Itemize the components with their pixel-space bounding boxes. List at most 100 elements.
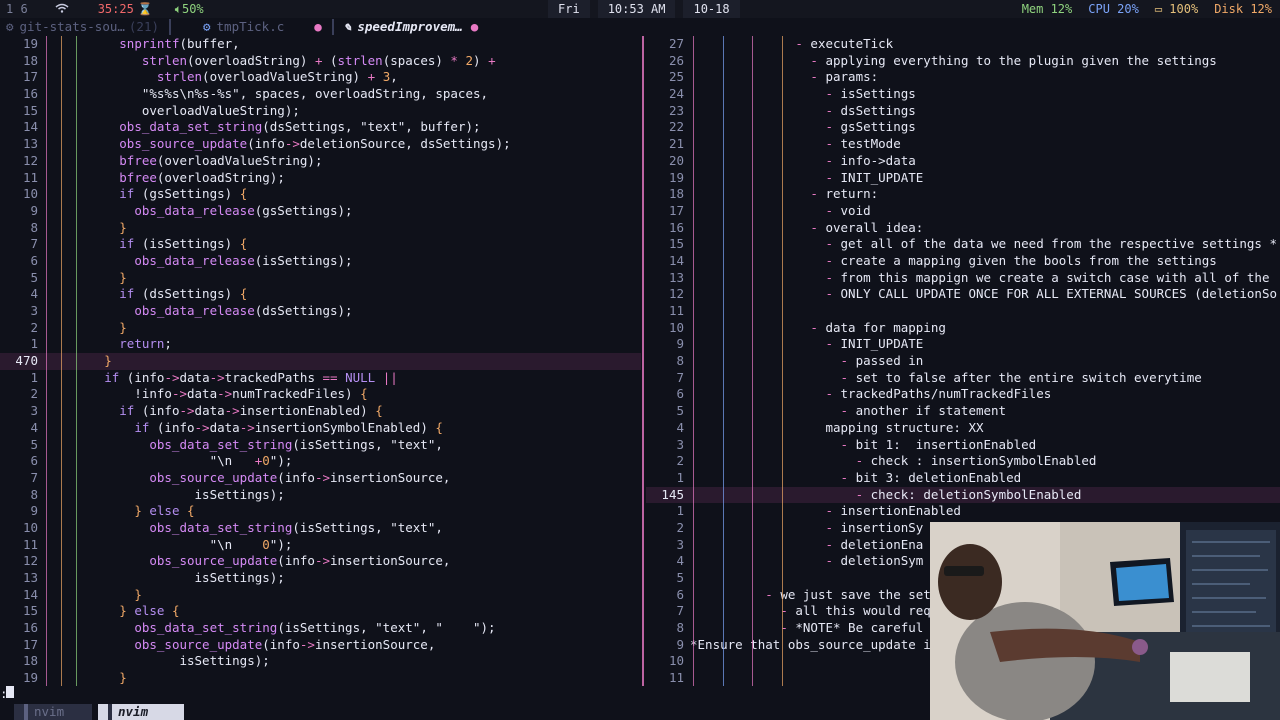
line-number: 3 bbox=[676, 536, 684, 552]
note-line[interactable]: 20 - info->data bbox=[646, 153, 1280, 170]
note-line[interactable]: 4 mapping structure: XX bbox=[646, 420, 1280, 437]
line-number: 12 bbox=[22, 152, 38, 168]
code-line[interactable]: 17 strlen(overloadValueString) + 3, bbox=[0, 69, 641, 86]
note-line[interactable]: 11 bbox=[646, 303, 1280, 320]
code-line[interactable]: 13 obs_source_update(info->deletionSourc… bbox=[0, 136, 641, 153]
note-line[interactable]: 22 - gsSettings bbox=[646, 119, 1280, 136]
code-line[interactable]: 1 if (info->data->trackedPaths == NULL |… bbox=[0, 370, 641, 387]
line-number: 14 bbox=[668, 252, 684, 268]
code-line[interactable]: 9 obs_data_release(gsSettings); bbox=[0, 203, 641, 220]
note-line[interactable]: 16 - overall idea: bbox=[646, 220, 1280, 237]
buffer-tab-tmptick[interactable]: ⚙ tmpTick.c ● bbox=[197, 18, 328, 36]
note-line[interactable]: 7 - set to false after the entire switch… bbox=[646, 370, 1280, 387]
code-line[interactable]: 4 if (info->data->insertionSymbolEnabled… bbox=[0, 420, 641, 437]
note-text: - deletionEna bbox=[825, 536, 924, 552]
code-line[interactable]: 7 obs_source_update(info->insertionSourc… bbox=[0, 470, 641, 487]
note-line[interactable]: 13 - from this mappign we create a switc… bbox=[646, 270, 1280, 287]
code-line[interactable]: 17 obs_source_update(info->insertionSour… bbox=[0, 637, 641, 654]
line-number: 7 bbox=[30, 236, 38, 252]
code-line[interactable]: 7 if (isSettings) { bbox=[0, 236, 641, 253]
workspace-indicator[interactable]: 1 6 bbox=[0, 2, 34, 16]
note-line[interactable]: 19 - INIT_UPDATE bbox=[646, 170, 1280, 187]
line-number: 5 bbox=[676, 570, 684, 585]
code-line[interactable]: 15 } else { bbox=[0, 603, 641, 620]
buffer-tab-speedimprovement[interactable]: ✎ speedImprovem… ● bbox=[338, 18, 484, 36]
code-line[interactable]: 12 bfree(overloadValueString); bbox=[0, 153, 641, 170]
code-line[interactable]: 16 "%s%s\n%s-%s", spaces, overloadString… bbox=[0, 86, 641, 103]
code-line[interactable]: 1 return; bbox=[0, 336, 641, 353]
code-line[interactable]: 5 obs_data_set_string(isSettings, "text"… bbox=[0, 437, 641, 454]
note-line[interactable]: 26 - applying everything to the plugin g… bbox=[646, 53, 1280, 70]
note-line[interactable]: 24 - isSettings bbox=[646, 86, 1280, 103]
code-text: if (dsSettings) { bbox=[119, 286, 248, 302]
note-line[interactable]: 18 - return: bbox=[646, 186, 1280, 203]
code-line[interactable]: 16 obs_data_set_string(isSettings, "text… bbox=[0, 620, 641, 637]
code-line[interactable]: 5 } bbox=[0, 270, 641, 287]
code-line[interactable]: 11 "\n 0"); bbox=[0, 537, 641, 554]
note-line[interactable]: 25 - params: bbox=[646, 69, 1280, 86]
note-line[interactable]: 23 - dsSettings bbox=[646, 103, 1280, 120]
code-line[interactable]: 10 obs_data_set_string(isSettings, "text… bbox=[0, 520, 641, 537]
code-line[interactable]: 6 "\n +0"); bbox=[0, 453, 641, 470]
code-line[interactable]: 4 if (dsSettings) { bbox=[0, 286, 641, 303]
code-line[interactable]: 9 } else { bbox=[0, 503, 641, 520]
code-line[interactable]: 8 } bbox=[0, 220, 641, 237]
code-line[interactable]: 470 } bbox=[0, 353, 641, 370]
code-line[interactable]: 2 !info->data->numTrackedFiles) { bbox=[0, 386, 641, 403]
window-split-divider[interactable] bbox=[642, 36, 644, 686]
cpu-usage: CPU 20% bbox=[1088, 2, 1139, 16]
editor-pane-left[interactable]: 19 snprintf(buffer, 18 strlen(overloadStr… bbox=[0, 36, 641, 686]
code-line[interactable]: 8 isSettings); bbox=[0, 487, 641, 504]
code-line[interactable]: 13 isSettings); bbox=[0, 570, 641, 587]
note-line[interactable]: 2 - check : insertionSymbolEnabled bbox=[646, 453, 1280, 470]
code-line[interactable]: 19 snprintf(buffer, bbox=[0, 36, 641, 53]
code-line[interactable]: 12 obs_source_update(info->insertionSour… bbox=[0, 553, 641, 570]
code-line[interactable]: 18 strlen(overloadString) + (strlen(spac… bbox=[0, 53, 641, 70]
terminal-tab-label: nvim bbox=[118, 704, 149, 719]
line-number: 2 bbox=[676, 453, 684, 469]
terminal-tab-1[interactable]: nvim bbox=[14, 704, 92, 720]
code-line[interactable]: 3 obs_data_release(dsSettings); bbox=[0, 303, 641, 320]
note-line[interactable]: 9 - INIT_UPDATE bbox=[646, 336, 1280, 353]
volume-indicator[interactable]: 🔈︎50% bbox=[175, 2, 204, 17]
code-line[interactable]: 10 if (gsSettings) { bbox=[0, 186, 641, 203]
code-text: } bbox=[119, 670, 127, 686]
line-number: 5 bbox=[30, 269, 38, 285]
code-line[interactable]: 18 isSettings); bbox=[0, 653, 641, 670]
code-line[interactable]: 2 } bbox=[0, 320, 641, 337]
note-line[interactable]: 6 - trackedPaths/numTrackedFiles bbox=[646, 386, 1280, 403]
note-text: - ONLY CALL UPDATE ONCE FOR ALL EXTERNAL… bbox=[825, 286, 1278, 302]
battery-level: 100% bbox=[1169, 2, 1199, 16]
code-line[interactable]: 6 obs_data_release(isSettings); bbox=[0, 253, 641, 270]
note-line[interactable]: 3 - bit 1: insertionEnabled bbox=[646, 437, 1280, 454]
note-line[interactable]: 1 - insertionEnabled bbox=[646, 503, 1280, 520]
code-line[interactable]: 19 } bbox=[0, 670, 641, 686]
note-line[interactable]: 5 - another if statement bbox=[646, 403, 1280, 420]
code-text: obs_source_update(info->insertionSource, bbox=[149, 469, 451, 485]
note-line[interactable]: 17 - void bbox=[646, 203, 1280, 220]
code-text: overloadValueString); bbox=[44, 102, 300, 118]
note-line[interactable]: 10 - data for mapping bbox=[646, 320, 1280, 337]
code-line[interactable]: 11 bfree(overloadString); bbox=[0, 170, 641, 187]
line-number: 3 bbox=[30, 303, 38, 318]
note-line[interactable]: 12 - ONLY CALL UPDATE ONCE FOR ALL EXTER… bbox=[646, 286, 1280, 303]
note-line[interactable]: 27 - executeTick bbox=[646, 36, 1280, 53]
note-line[interactable]: 145 - check: deletionSymbolEnabled bbox=[646, 486, 1280, 504]
note-line[interactable]: 21 - testMode bbox=[646, 136, 1280, 153]
terminal-tab-2[interactable]: nvim bbox=[98, 704, 184, 720]
code-line[interactable]: 15 overloadValueString); bbox=[0, 103, 641, 120]
note-line[interactable]: 1 - bit 3: deletionEnabled bbox=[646, 470, 1280, 487]
system-stats: Mem 12% CPU 20% ▭ 100% Disk 12% bbox=[1014, 0, 1280, 18]
note-text: - deletionSym bbox=[825, 553, 924, 569]
note-line[interactable]: 8 - passed in bbox=[646, 353, 1280, 370]
line-number: 16 bbox=[22, 86, 38, 102]
code-line[interactable]: 14 obs_data_set_string(dsSettings, "text… bbox=[0, 119, 641, 136]
code-line[interactable]: 14 } bbox=[0, 587, 641, 604]
line-number: 13 bbox=[668, 269, 684, 285]
code-line[interactable]: 3 if (info->data->insertionEnabled) { bbox=[0, 403, 641, 420]
note-line[interactable]: 15 - get all of the data we need from th… bbox=[646, 236, 1280, 253]
buffer-tab-git-stats[interactable]: ⚙ git-stats-sou… (21) bbox=[0, 18, 165, 36]
note-line[interactable]: 14 - create a mapping given the bools fr… bbox=[646, 253, 1280, 270]
line-number: 1 bbox=[30, 336, 38, 352]
line-number: 16 bbox=[22, 620, 38, 636]
